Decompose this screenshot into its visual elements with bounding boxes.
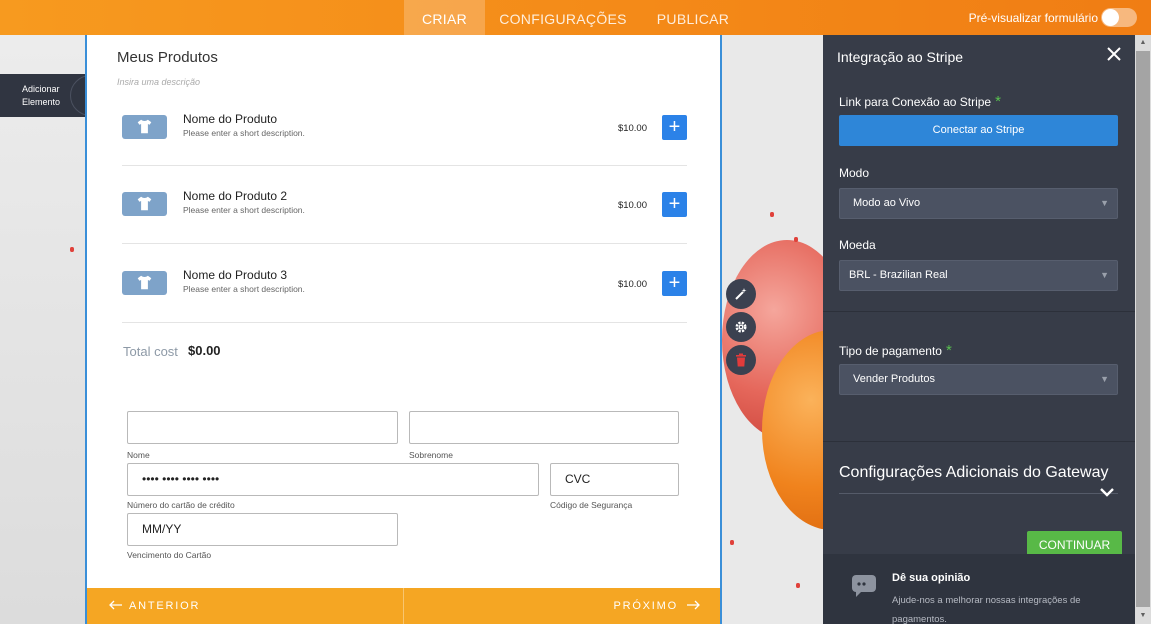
gear-icon	[735, 321, 747, 333]
trash-icon	[736, 353, 746, 367]
tab-configuracoes[interactable]: CONFIGURAÇÕES	[495, 0, 631, 35]
product-name: Nome do Produto	[183, 112, 278, 126]
tshirt-icon	[137, 196, 152, 211]
scrollbar[interactable]: ▲ ▼	[1135, 35, 1151, 624]
last-name-input[interactable]	[409, 411, 679, 444]
form-card: Meus Produtos Insira uma descrição Nome …	[85, 35, 722, 624]
currency-label: Moeda	[839, 238, 876, 252]
stripe-settings-panel: Integração ao Stripe Link para Conexão a…	[823, 35, 1135, 624]
scroll-down-icon[interactable]: ▼	[1135, 609, 1151, 623]
product-description: Please enter a short description.	[183, 284, 305, 294]
scrollbar-thumb[interactable]	[1136, 51, 1150, 607]
background-speck	[70, 247, 74, 252]
gateway-divider	[839, 493, 1118, 494]
product-item: Nome do Produto Please enter a short des…	[122, 112, 687, 155]
preview-toggle[interactable]	[1101, 8, 1137, 27]
preview-label: Pré-visualizar formulário	[968, 11, 1098, 25]
panel-title: Integração ao Stripe	[837, 49, 964, 65]
first-name-sublabel: Nome	[127, 450, 150, 460]
card-number-sublabel: Número do cartão de crédito	[127, 500, 235, 510]
panel-divider	[823, 441, 1135, 442]
connect-stripe-button[interactable]: Conectar ao Stripe	[839, 115, 1118, 146]
product-item: Nome do Produto 2 Please enter a short d…	[122, 189, 687, 232]
add-product-button[interactable]: +	[662, 192, 687, 217]
tab-criar[interactable]: CRIAR	[404, 0, 485, 35]
feedback-title: Dê sua opinião	[892, 572, 971, 584]
magic-wand-button[interactable]	[726, 279, 756, 309]
navigation-divider	[403, 588, 404, 624]
product-price: $10.00	[617, 123, 647, 134]
expiry-input[interactable]: MM/YY	[127, 513, 398, 546]
product-image	[122, 271, 167, 295]
total-cost-value: $0.00	[188, 343, 221, 358]
expiry-sublabel: Vencimento do Cartão	[127, 550, 212, 560]
product-price: $10.00	[617, 200, 647, 211]
required-mark: *	[945, 342, 952, 359]
product-description: Please enter a short description.	[183, 205, 305, 215]
gateway-settings-title[interactable]: Configurações Adicionais do Gateway	[839, 464, 1109, 482]
tshirt-icon	[137, 275, 152, 290]
product-item: Nome do Produto 3 Please enter a short d…	[122, 268, 687, 311]
tab-publicar[interactable]: PUBLICAR	[648, 0, 738, 35]
magic-wand-icon	[735, 288, 747, 300]
previous-button[interactable]: ANTERIOR	[109, 600, 200, 612]
card-number-input[interactable]: •••• •••• •••• ••••	[127, 463, 539, 496]
caret-down-icon: ▼	[1100, 270, 1109, 280]
last-name-sublabel: Sobrenome	[409, 450, 453, 460]
tshirt-icon	[137, 119, 152, 134]
mode-select[interactable]: Modo ao Vivo ▼	[839, 188, 1118, 219]
product-image	[122, 115, 167, 139]
caret-down-icon: ▼	[1100, 198, 1109, 208]
form-description[interactable]: Insira uma descrição	[117, 77, 200, 87]
product-description: Please enter a short description.	[183, 128, 305, 138]
background-speck	[730, 540, 734, 545]
required-mark: *	[995, 93, 1001, 110]
background-speck	[794, 237, 798, 242]
arrow-left-icon	[109, 600, 122, 610]
product-name: Nome do Produto 3	[183, 268, 288, 282]
cvc-input[interactable]: CVC	[550, 463, 679, 496]
chevron-down-icon[interactable]	[1099, 487, 1115, 497]
feedback-section[interactable]: Dê sua opinião Ajude-nos a melhorar noss…	[823, 554, 1135, 624]
form-title[interactable]: Meus Produtos	[117, 49, 218, 66]
continue-button[interactable]: CONTINUAR	[1027, 531, 1122, 555]
mode-label: Modo	[839, 166, 870, 180]
total-cost-label: Total cost	[123, 344, 178, 359]
add-element-label: Adicionar Elemento	[22, 84, 61, 107]
connect-label: Link para Conexão ao Stripe *	[839, 93, 1001, 110]
panel-divider	[823, 311, 1135, 312]
chat-bubble-icon	[852, 575, 876, 597]
top-bar: CRIAR CONFIGURAÇÕES PUBLICAR Pré-visuali…	[0, 0, 1151, 35]
payment-type-select[interactable]: Vender Produtos ▼	[839, 364, 1118, 395]
page-navigation: ANTERIOR PRÓXIMO	[87, 588, 720, 624]
close-icon[interactable]	[1105, 45, 1123, 63]
divider	[122, 322, 687, 323]
divider	[122, 165, 687, 166]
background-speck	[770, 212, 774, 217]
caret-down-icon: ▼	[1100, 374, 1109, 384]
background-left	[0, 35, 86, 624]
add-product-button[interactable]: +	[662, 271, 687, 296]
next-button[interactable]: PRÓXIMO	[613, 600, 700, 612]
first-name-input[interactable]	[127, 411, 398, 444]
delete-button[interactable]	[726, 345, 756, 375]
scroll-up-icon[interactable]: ▲	[1135, 36, 1151, 50]
toggle-knob	[1102, 9, 1119, 26]
product-name: Nome do Produto 2	[183, 189, 288, 203]
divider	[122, 243, 687, 244]
feedback-text: Ajude-nos a melhorar nossas integrações …	[892, 595, 1081, 624]
cvc-sublabel: Código de Segurança	[550, 500, 633, 510]
background-speck	[796, 583, 800, 588]
product-price: $10.00	[617, 279, 647, 290]
settings-button[interactable]	[726, 312, 756, 342]
add-product-button[interactable]: +	[662, 115, 687, 140]
payment-type-label: Tipo de pagamento *	[839, 342, 952, 359]
product-image	[122, 192, 167, 216]
arrow-right-icon	[687, 600, 700, 610]
currency-select[interactable]: BRL - Brazilian Real ▼	[839, 260, 1118, 291]
